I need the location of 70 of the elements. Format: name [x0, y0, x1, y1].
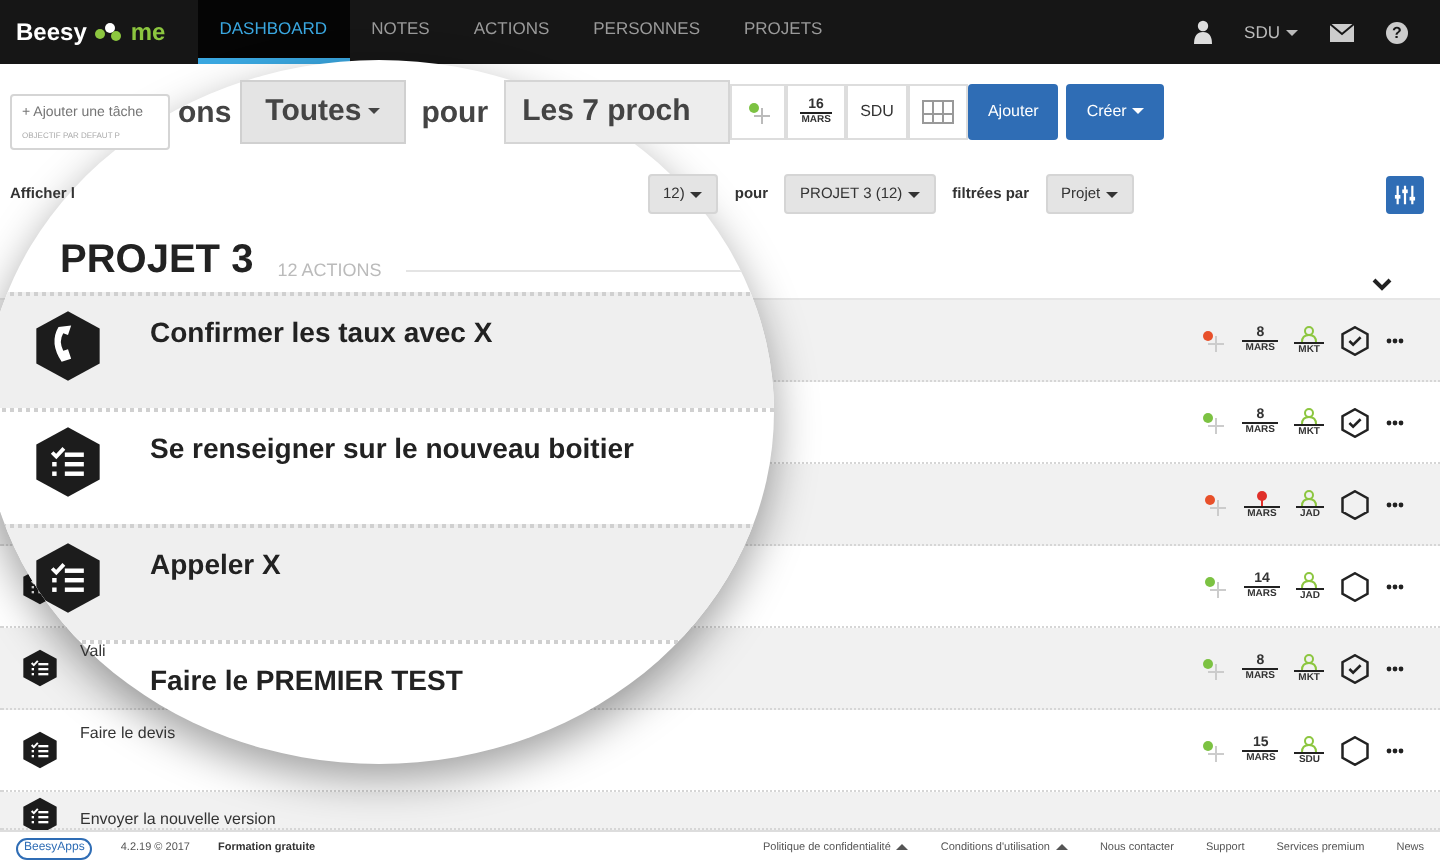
caret-icon: [1106, 191, 1119, 198]
nav-tab[interactable]: PERSONNES: [571, 0, 722, 64]
create-button[interactable]: Créer: [1066, 84, 1165, 140]
dot-plus-icon[interactable]: [1198, 736, 1227, 764]
action-title[interactable]: Faire le devis: [80, 722, 176, 746]
period-dropdown[interactable]: Les 7 proch: [504, 80, 731, 144]
dot-plus-icon[interactable]: [1199, 490, 1228, 518]
person-icon: [1300, 489, 1319, 505]
more-icon[interactable]: [1386, 419, 1404, 425]
person-icon: [1300, 407, 1319, 423]
scope-dropdown[interactable]: Toutes: [239, 80, 406, 144]
more-icon[interactable]: [1386, 747, 1404, 753]
phone-hexagon-icon: [30, 308, 106, 384]
logo-text: Beesy: [16, 16, 87, 50]
help-button[interactable]: ?: [1386, 21, 1408, 43]
layout-button[interactable]: [907, 84, 968, 140]
chevron-down-icon[interactable]: [1372, 278, 1392, 292]
mail-icon[interactable]: [1330, 23, 1354, 41]
check-hexagon-icon[interactable]: [1340, 407, 1370, 437]
person-icon: [1300, 735, 1319, 751]
person-icon: [1300, 571, 1319, 587]
caret-icon: [908, 191, 921, 198]
user-icon: [1194, 20, 1213, 44]
caret-icon: [367, 108, 380, 115]
more-icon[interactable]: [1386, 501, 1404, 507]
check-hexagon-icon[interactable]: [1340, 325, 1370, 355]
caret-icon: [1286, 29, 1298, 36]
checklist-hexagon-icon: [20, 730, 60, 770]
settings-button[interactable]: [1386, 175, 1424, 213]
action-title[interactable]: Vali: [80, 640, 106, 664]
owner-button[interactable]: SDU: [846, 84, 908, 140]
columns-icon: [921, 100, 954, 124]
group-title: PROJET 3: [60, 240, 254, 280]
more-icon[interactable]: [1386, 665, 1404, 671]
nav-tab[interactable]: DASHBOARD: [197, 0, 350, 64]
more-icon[interactable]: [1386, 337, 1404, 343]
caret-icon: [1132, 108, 1145, 115]
action-title[interactable]: Envoyer la nouvelle version: [80, 808, 276, 830]
logo-dots-icon: [94, 22, 123, 42]
action-title[interactable]: Confirmer les taux avec X: [150, 316, 493, 350]
action-title[interactable]: Se renseigner sur le nouveau boitier: [150, 432, 634, 466]
person-icon: [1300, 325, 1319, 341]
hexagon-icon[interactable]: [1340, 489, 1370, 519]
action-title[interactable]: Appeler X: [150, 548, 281, 582]
check-hexagon-icon[interactable]: [1340, 653, 1370, 683]
hexagon-icon[interactable]: [1340, 571, 1370, 601]
caret-icon: [896, 843, 909, 850]
dot-plus-icon: [744, 98, 773, 126]
dot-plus-icon[interactable]: [1198, 326, 1227, 354]
dot-plus-icon[interactable]: [1198, 408, 1227, 436]
dot-plus-icon[interactable]: [1199, 572, 1228, 600]
group-count: 12 ACTIONS: [277, 262, 382, 280]
caret-icon: [1055, 843, 1068, 850]
checklist-hexagon-icon: [20, 648, 60, 688]
nav-tab[interactable]: ACTIONS: [451, 0, 572, 64]
nav-tab[interactable]: PROJETS: [722, 0, 845, 64]
action-title[interactable]: Faire le PREMIER TEST: [150, 664, 463, 698]
hexagon-icon[interactable]: [1340, 735, 1370, 765]
more-icon[interactable]: [1386, 583, 1404, 589]
user-menu-button[interactable]: SDU: [1244, 19, 1298, 45]
dot-plus-icon[interactable]: [1198, 654, 1227, 682]
add-button[interactable]: Ajouter: [967, 84, 1059, 140]
checklist-hexagon-icon: [30, 424, 106, 500]
caret-icon: [690, 191, 703, 198]
logo-text: me: [130, 16, 166, 50]
person-icon: [1300, 653, 1319, 669]
sliders-icon: [1394, 183, 1416, 205]
toolbar-text: pour: [421, 94, 489, 134]
nav-tab[interactable]: NOTES: [349, 0, 452, 64]
toolbar-text: ons: [178, 94, 232, 134]
